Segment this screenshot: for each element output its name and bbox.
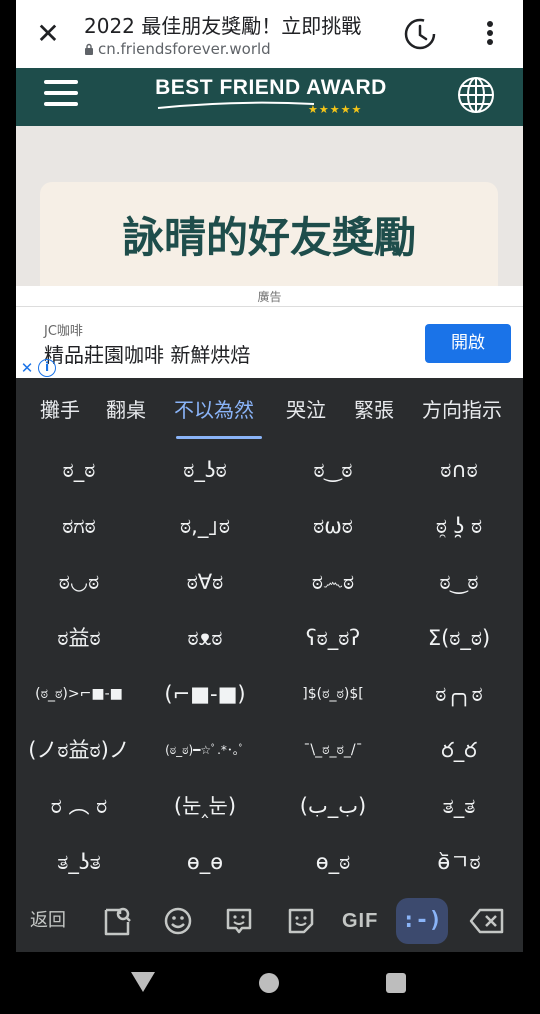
emoticon-key[interactable]: ಠ‿ಠ — [270, 442, 396, 498]
ad-info-icon[interactable]: i — [38, 359, 56, 377]
ad-open-button[interactable]: 開啟 — [425, 324, 511, 363]
emoji-icon[interactable] — [162, 904, 194, 938]
url-bar[interactable]: cn.friendsforever.world — [84, 40, 271, 58]
history-icon[interactable] — [402, 16, 438, 52]
emoticon-key[interactable]: ɵ_ಠ — [270, 834, 396, 890]
brand-stars: ★★★★★ — [308, 103, 363, 116]
emoticon-key[interactable]: ಠ◡ಠ — [16, 554, 142, 610]
emoticon-key[interactable]: ತ_ʖತ — [16, 834, 142, 890]
hamburger-menu-icon[interactable] — [44, 80, 78, 110]
ad-label: 廣告 — [257, 290, 282, 304]
phone-screen: ✕ 2022 最佳朋友獎勵！立即挑戰 cn.friendsforever.wor… — [0, 0, 540, 1014]
emoticon-key[interactable]: (ಠ_ಠ)>⌐■-■ — [16, 666, 142, 722]
emoticon-key[interactable]: ಠ益ಠ — [16, 610, 142, 666]
tab-category[interactable]: 方向指示 — [422, 394, 502, 423]
emoticon-key[interactable]: ɵ᷅ㄱಠ — [396, 834, 522, 890]
emoticon-key[interactable]: (눈‸눈) — [142, 778, 268, 834]
emoticon-key[interactable]: (⌐■-■) — [142, 666, 268, 722]
logo-swoosh — [157, 101, 315, 109]
emoticon-key[interactable]: (ノಠ益ಠ)ノ — [16, 722, 142, 778]
emoticon-key[interactable]: ɵ_ɵ — [142, 834, 268, 890]
emoticon-category-tabs: 攤手 翻桌 不以為然 哭泣 緊張 方向指示 — [16, 378, 523, 442]
close-icon[interactable]: ✕ — [32, 18, 64, 50]
emoticon-key[interactable]: ¯\_ಠ_ಠ_/¯ — [270, 722, 396, 778]
emoticon-key[interactable]: ಠ,_｣ಠ — [142, 498, 268, 554]
emoticon-key[interactable]: (ب_ب) — [270, 778, 396, 834]
sticker-search-icon[interactable] — [102, 904, 132, 938]
emoticon-key[interactable]: ಠ̯ ʖ̯ ಠ — [396, 498, 522, 554]
ad-close-icon[interactable]: ✕ — [18, 359, 36, 377]
emoticon-keyboard: 攤手 翻桌 不以為然 哭泣 緊張 方向指示 ಠ_ಠ ಠ_ʖಠ ಠ‿ಠ ಠ∩ಠ ಠಗಠ ಠ,… — [16, 378, 523, 952]
browser-toolbar: ✕ 2022 最佳朋友獎勵！立即挑戰 cn.friendsforever.wor… — [16, 0, 523, 68]
emoticon-key[interactable]: ಠ∀ಠ — [142, 554, 268, 610]
page-content: 詠晴的好友獎勵 — [16, 126, 523, 322]
emoticon-key[interactable]: ಠ╭╮ಠ — [396, 666, 522, 722]
url-text: cn.friendsforever.world — [98, 40, 271, 58]
brand-name: BEST FRIEND AWARD — [155, 76, 387, 99]
active-tab-indicator — [176, 436, 262, 439]
nav-back-icon[interactable] — [131, 972, 155, 992]
tab-category-active[interactable]: 不以為然 — [174, 394, 254, 423]
lock-icon — [85, 43, 93, 55]
ad-advertiser: JC咖啡 — [44, 324, 83, 339]
emoticon-grid: ಠ_ಠ ಠ_ʖಠ ಠ‿ಠ ಠ∩ಠ ಠಗಠ ಠ,_｣ಠ ಠωಠ ಠ̯ ʖ̯ ಠ ಠ◡ಠ ಠ∀ಠ ಠ෴ಠ… — [16, 442, 523, 890]
award-title: 詠晴的好友獎勵 — [121, 213, 416, 262]
keyboard-bottom-bar: 返回 GIF:-) — [16, 890, 523, 952]
system-nav-bar — [0, 952, 540, 1014]
more-options-icon[interactable] — [478, 18, 502, 50]
tab-category[interactable]: 攤手 — [40, 394, 80, 423]
site-logo[interactable]: BEST FRIEND AWARD ★★★★★ — [146, 76, 396, 118]
sticker-icon[interactable] — [286, 904, 316, 938]
emoticon-key[interactable]: ಠ_ಠ — [16, 442, 142, 498]
ad-divider — [16, 306, 523, 307]
backspace-icon[interactable] — [468, 904, 506, 938]
emoticon-key[interactable]: ಠ‿ಠ — [396, 554, 522, 610]
ad-banner[interactable]: 廣告 JC咖啡 精品莊園咖啡 新鮮烘焙 開啟 ✕ i — [16, 286, 523, 378]
site-header: BEST FRIEND AWARD ★★★★★ — [16, 68, 523, 126]
emoticon-key[interactable]: ]$(ಠ_ಠ)$[ — [270, 666, 396, 722]
emoticon-key[interactable]: ರ ︵ ರ — [16, 778, 142, 834]
emoticon-key[interactable]: ಠಗಠ — [16, 498, 142, 554]
gif-button[interactable]: GIF — [342, 904, 378, 938]
emoticon-key[interactable]: ಠ∩ಠ — [396, 442, 522, 498]
page-title: 2022 最佳朋友獎勵！立即挑戰 — [84, 14, 362, 38]
emoticon-key[interactable]: ʕಠ_ಠʔ — [270, 610, 396, 666]
emoticon-tab-button[interactable]: :-) — [396, 898, 448, 944]
tab-category[interactable]: 緊張 — [354, 394, 394, 423]
back-button[interactable]: 返回 — [30, 904, 66, 938]
tab-category[interactable]: 哭泣 — [286, 394, 326, 423]
emoticon-key[interactable]: ಠ෴ಠ — [270, 554, 396, 610]
emoticon-key[interactable]: Σ(ಠ_ಠ) — [396, 610, 522, 666]
emoticon-key[interactable]: ర_ర — [396, 722, 522, 778]
sticker-face-icon[interactable] — [224, 904, 254, 938]
emoticon-key[interactable]: (ಠ_ಠ)━☆ﾟ.*･｡ﾟ — [142, 722, 268, 778]
nav-home-icon[interactable] — [259, 973, 279, 993]
emoticon-key[interactable]: ಠ_ʖಠ — [142, 442, 268, 498]
tab-category[interactable]: 翻桌 — [106, 394, 146, 423]
nav-recent-apps-icon[interactable] — [386, 973, 406, 993]
globe-icon[interactable] — [456, 75, 496, 115]
ad-headline[interactable]: 精品莊園咖啡 新鮮烘焙 — [44, 339, 250, 368]
emoticon-key[interactable]: ಠωಠ — [270, 498, 396, 554]
browser-app: ✕ 2022 最佳朋友獎勵！立即挑戰 cn.friendsforever.wor… — [16, 0, 523, 952]
emoticon-key[interactable]: ಠᴥಠ — [142, 610, 268, 666]
emoticon-key[interactable]: ತ_ತ — [396, 778, 522, 834]
